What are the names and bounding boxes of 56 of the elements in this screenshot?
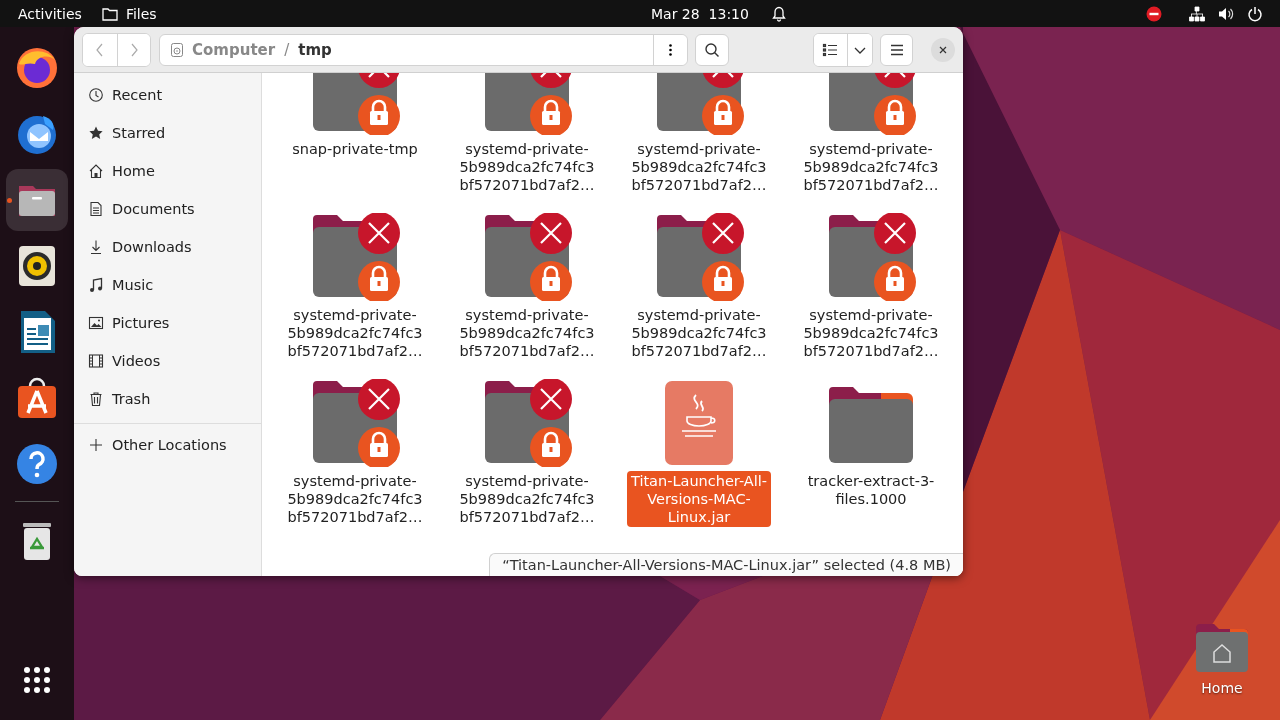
desktop-icon-label[interactable]: Home [1201,680,1243,696]
list-icon [822,41,839,58]
file-name[interactable]: systemd-private- 5b989dca2fc74fc3 bf572071bd7af2… [283,471,427,527]
file-name[interactable]: Titan-Launcher-All- Versions-MAC- Linux.jar [627,471,771,527]
sidebar-item[interactable]: Downloads [74,228,261,266]
file-name[interactable]: systemd-private- 5b989dca2fc74fc3 bf572071bd7af2… [627,139,771,195]
sidebar-item[interactable]: Recent [74,76,261,114]
file-name[interactable]: systemd-private- 5b989dca2fc74fc3 bf572071bd7af2… [455,139,599,195]
home-icon [88,163,104,179]
search-icon [703,41,720,58]
sidebar-item[interactable]: Documents [74,190,261,228]
clock[interactable]: Mar 28 13:10 [651,5,749,22]
network-icon[interactable] [1189,5,1205,22]
download-icon [88,239,104,255]
document-icon [88,201,104,217]
plus-icon [88,437,104,453]
file-name[interactable]: systemd-private- 5b989dca2fc74fc3 bf572071bd7af2… [627,305,771,361]
close-button[interactable] [931,37,955,62]
file-name[interactable]: snap-private-tmp [288,139,422,159]
path-crumb[interactable]: Computer [169,40,276,59]
power-icon[interactable] [1247,5,1263,22]
file-name[interactable]: systemd-private- 5b989dca2fc74fc3 bf572071bd7af2… [455,305,599,361]
path-separator: / [284,40,290,59]
sidebar-item[interactable]: Starred [74,114,261,152]
star-icon [88,125,104,141]
file-name[interactable]: systemd-private- 5b989dca2fc74fc3 bf572071bd7af2… [799,305,943,361]
search-button[interactable] [695,33,729,66]
menu-button[interactable] [879,33,914,66]
sidebar-item[interactable]: Pictures [74,304,261,342]
file-name[interactable]: systemd-private- 5b989dca2fc74fc3 bf572071bd7af2… [455,471,599,527]
trash-icon [88,391,104,407]
volume-icon[interactable] [1218,5,1234,22]
sidebar-item[interactable]: Home [74,152,261,190]
app-menu[interactable]: Files [101,5,157,22]
do-not-disturb-icon[interactable] [1146,5,1162,22]
drive-icon [169,41,186,58]
clock-icon [88,87,104,103]
more-icon [669,43,673,56]
bell-icon[interactable] [770,5,787,22]
activities-button[interactable]: Activities [18,5,82,22]
show-apps-icon[interactable] [22,665,52,695]
sidebar-item[interactable]: Other Locations [74,426,261,464]
file-name[interactable]: tracker-extract-3- files.1000 [803,471,939,509]
running-indicator [7,198,12,203]
sidebar-item[interactable]: Videos [74,342,261,380]
dock-item[interactable] [6,169,68,231]
file-name[interactable]: systemd-private- 5b989dca2fc74fc3 bf572071bd7af2… [283,305,427,361]
sidebar-item[interactable]: Music [74,266,261,304]
file-name[interactable]: systemd-private- 5b989dca2fc74fc3 bf572071bd7af2… [799,139,943,195]
film-icon [88,353,104,369]
status-overlay: “Titan-Launcher-All-Versions-MAC-Linux.jar” selected (4.8 MB) [489,553,963,576]
path-crumb[interactable]: tmp [298,40,332,59]
music-note-icon [88,277,104,293]
picture-icon [88,315,104,331]
folder-icon [101,6,118,21]
sidebar-item[interactable]: Trash [74,380,261,418]
